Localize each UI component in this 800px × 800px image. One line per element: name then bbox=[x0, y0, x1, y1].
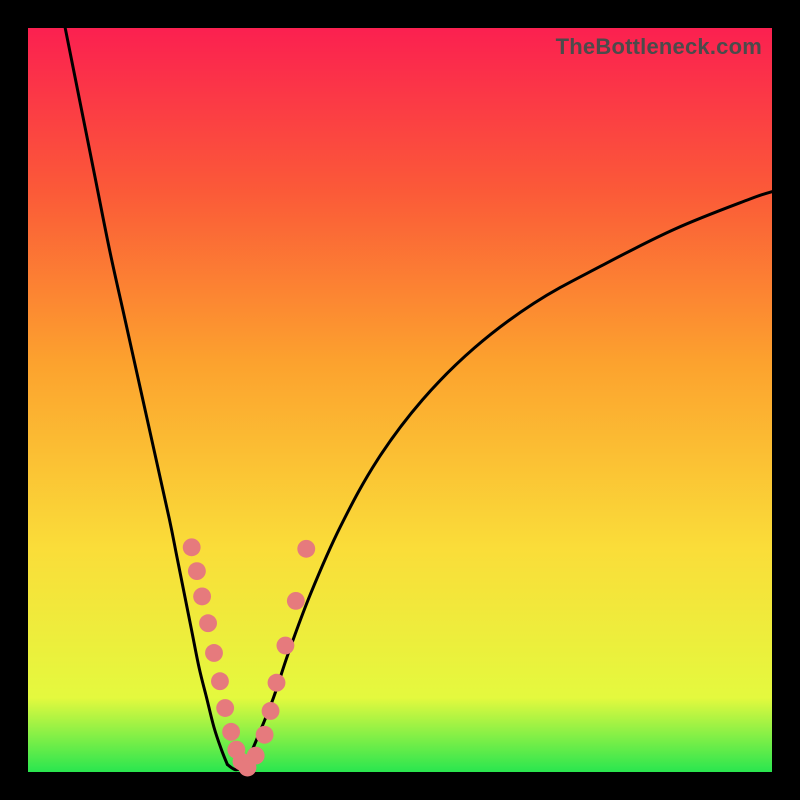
plot-area: TheBottleneck.com bbox=[28, 28, 772, 772]
marker-dot bbox=[205, 644, 223, 662]
marker-dot bbox=[188, 562, 206, 580]
marker-dot bbox=[297, 540, 315, 558]
marker-dot bbox=[222, 723, 240, 741]
marker-group bbox=[183, 538, 315, 776]
marker-dot bbox=[193, 587, 211, 605]
chart-svg bbox=[28, 28, 772, 772]
right-curve bbox=[246, 192, 772, 765]
marker-dot bbox=[183, 538, 201, 556]
marker-dot bbox=[268, 674, 286, 692]
marker-dot bbox=[211, 672, 229, 690]
marker-dot bbox=[216, 699, 234, 717]
marker-dot bbox=[247, 747, 265, 765]
left-curve bbox=[65, 28, 227, 765]
marker-dot bbox=[262, 702, 280, 720]
chart-frame: TheBottleneck.com bbox=[0, 0, 800, 800]
marker-dot bbox=[276, 637, 294, 655]
marker-dot bbox=[256, 726, 274, 744]
marker-dot bbox=[287, 592, 305, 610]
marker-dot bbox=[199, 614, 217, 632]
